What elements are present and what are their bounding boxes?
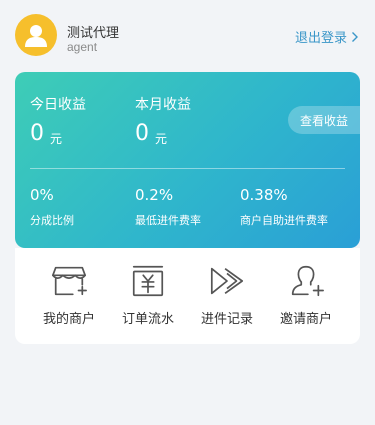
share-ratio-value: 0% xyxy=(30,186,54,204)
min-rate-label: 最低进件费率 xyxy=(135,214,201,227)
user-icon xyxy=(25,25,47,47)
month-income-label: 本月收益 xyxy=(135,97,191,113)
menu-label: 订单流水 xyxy=(121,312,174,327)
share-ratio-label: 分成比例 xyxy=(30,214,74,227)
self-service-rate-label: 商户自助进件费率 xyxy=(240,214,328,227)
order-flow-icon xyxy=(132,265,164,297)
invite-user-icon xyxy=(291,265,324,297)
today-income-label: 今日收益 xyxy=(30,97,86,113)
today-income-unit: 元 xyxy=(50,132,63,146)
avatar xyxy=(15,14,57,56)
month-income-unit: 元 xyxy=(155,132,168,146)
chevron-right-icon xyxy=(352,31,358,42)
menu-my-merchants[interactable]: 我的商户 xyxy=(26,262,112,338)
menu-label: 邀请商户 xyxy=(279,312,332,327)
user-role: agent xyxy=(67,40,98,54)
logout-button[interactable]: 退出登录 xyxy=(295,27,359,46)
menu-application-records[interactable]: 进件记录 xyxy=(184,262,270,338)
user-name: 测试代理 xyxy=(67,26,120,41)
fast-forward-icon xyxy=(210,267,244,295)
self-service-rate-value: 0.38% xyxy=(240,186,288,204)
today-income-value: 0 xyxy=(30,121,44,146)
month-income-value: 0 xyxy=(135,121,149,146)
menu-panel: 我的商户 订单流水 进件记录 邀请商户 xyxy=(15,248,360,344)
menu-label: 进件记录 xyxy=(200,312,253,327)
header: 测试代理 agent 退出登录 xyxy=(0,0,375,72)
menu-label: 我的商户 xyxy=(42,312,95,327)
min-rate-value: 0.2% xyxy=(135,186,174,204)
view-income-button[interactable]: 查看收益 xyxy=(288,106,360,134)
logout-label: 退出登录 xyxy=(294,31,347,46)
income-card: 今日收益 0 元 本月收益 0 元 查看收益 0% 分成比例 0.2% 最低进件… xyxy=(15,72,360,248)
menu-order-flow[interactable]: 订单流水 xyxy=(105,262,191,338)
card-divider xyxy=(30,168,345,169)
store-icon xyxy=(51,266,87,296)
menu-invite-merchants[interactable]: 邀请商户 xyxy=(263,262,349,338)
